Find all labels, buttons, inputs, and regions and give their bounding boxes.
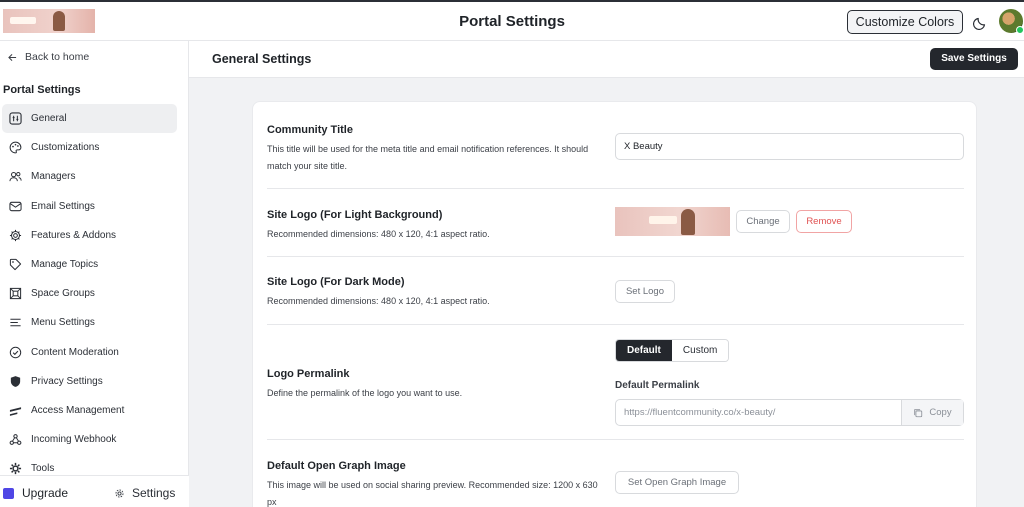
sidebar-section-title: Portal Settings: [3, 84, 81, 96]
tools-icon: [9, 463, 22, 475]
logo-light-label: Site Logo (For Light Background): [267, 209, 443, 221]
sidebar: Back to home Portal Settings General Cus…: [0, 41, 189, 507]
avatar[interactable]: [999, 9, 1024, 34]
webhook-icon: [9, 434, 22, 446]
palette-icon: [9, 141, 22, 154]
sidebar-item-general[interactable]: General: [2, 104, 177, 134]
logo-dark-row: Site Logo (For Dark Mode) Recommended di…: [267, 257, 964, 325]
community-title-row: Community Title This title will be used …: [267, 102, 964, 189]
sidebar-item-label: Access Management: [31, 404, 125, 416]
sidebar-item-label: Privacy Settings: [31, 375, 103, 387]
shield-icon: [10, 375, 21, 387]
sidebar-footer: Upgrade Settings: [0, 475, 189, 507]
save-settings-button[interactable]: Save Settings: [930, 48, 1018, 70]
permalink-option-custom[interactable]: Custom: [671, 340, 729, 361]
gear-icon: [115, 488, 124, 498]
community-title-input[interactable]: X Beauty: [615, 133, 964, 160]
settings-card: Community Title This title will be used …: [252, 101, 977, 507]
sidebar-item-label: Managers: [31, 171, 76, 183]
sidebar-item-features-addons[interactable]: Features & Addons: [2, 221, 177, 250]
customize-colors-button[interactable]: Customize Colors: [847, 10, 963, 34]
sidebar-item-label: Tools: [31, 463, 55, 475]
sidebar-item-menu-settings[interactable]: Menu Settings: [2, 308, 177, 337]
menu-icon: [10, 319, 21, 327]
moon-icon[interactable]: [973, 14, 989, 30]
copy-label: Copy: [929, 407, 952, 418]
copy-button[interactable]: Copy: [901, 400, 963, 425]
permalink-url[interactable]: https://fluentcommunity.co/x-beauty/: [616, 400, 901, 425]
sidebar-item-customizations[interactable]: Customizations: [2, 133, 177, 162]
change-logo-button[interactable]: Change: [736, 210, 790, 233]
sidebar-item-content-moderation[interactable]: Content Moderation: [2, 338, 177, 367]
logo-dark-label: Site Logo (For Dark Mode): [267, 276, 405, 288]
sidebar-item-label: Space Groups: [31, 288, 95, 300]
content-header: General Settings Save Settings: [189, 41, 1024, 78]
permalink-field: https://fluentcommunity.co/x-beauty/ Cop…: [615, 399, 964, 426]
copy-icon: [914, 408, 923, 417]
sidebar-item-label: Email Settings: [31, 200, 95, 212]
permalink-option-default[interactable]: Default: [616, 340, 672, 361]
gear-icon: [9, 229, 22, 241]
og-image-label: Default Open Graph Image: [267, 460, 406, 472]
sidebar-item-incoming-webhook[interactable]: Incoming Webhook: [2, 425, 177, 454]
sidebar-item-label: Content Moderation: [31, 346, 119, 358]
upgrade-label: Upgrade: [22, 486, 69, 500]
sidebar-item-managers[interactable]: Managers: [2, 162, 177, 191]
logo-light-description: Recommended dimensions: 480 x 120, 4:1 a…: [267, 229, 490, 239]
grid-icon: [9, 288, 22, 300]
sidebar-item-privacy-settings[interactable]: Privacy Settings: [2, 367, 177, 396]
sidebar-item-email-settings[interactable]: Email Settings: [2, 192, 177, 221]
users-icon: [9, 172, 22, 182]
logo-permalink-description: Define the permalink of the logo you wan…: [267, 388, 463, 398]
check-circle-icon: [9, 346, 22, 358]
og-image-row: Default Open Graph Image This image will…: [267, 440, 964, 507]
default-permalink-label: Default Permalink: [615, 380, 700, 391]
logo-figure: [681, 209, 695, 235]
sidebar-item-label: Features & Addons: [31, 229, 117, 241]
back-label: Back to home: [25, 51, 90, 63]
sidebar-item-label: General: [31, 113, 67, 125]
set-og-image-button[interactable]: Set Open Graph Image: [615, 471, 739, 494]
logo-light-preview: [615, 207, 730, 236]
sliders-icon: [9, 112, 22, 125]
sidebar-item-label: Incoming Webhook: [31, 434, 117, 446]
og-image-description: This image will be used on social sharin…: [267, 480, 598, 507]
sidebar-item-manage-topics[interactable]: Manage Topics: [2, 250, 177, 279]
sidebar-item-label: Menu Settings: [31, 317, 95, 329]
settings-link[interactable]: Settings: [114, 486, 175, 500]
logo-permalink-row: Logo Permalink Define the permalink of t…: [267, 325, 964, 440]
logo-badge: [649, 216, 677, 224]
upgrade-icon: [3, 487, 14, 499]
upgrade-link[interactable]: Upgrade: [3, 486, 68, 500]
online-status-dot: [1016, 26, 1024, 34]
permalink-toggle: Default Custom: [615, 339, 730, 362]
logo-permalink-label: Logo Permalink: [267, 368, 350, 380]
community-title-label: Community Title: [267, 124, 353, 136]
logo-light-row: Site Logo (For Light Background) Recomme…: [267, 189, 964, 257]
sidebar-item-label: Manage Topics: [31, 259, 99, 271]
set-logo-button[interactable]: Set Logo: [615, 280, 675, 303]
sidebar-item-access-management[interactable]: Access Management: [2, 396, 177, 425]
tag-icon: [9, 258, 22, 271]
arrow-left-icon: [8, 53, 17, 61]
remove-logo-button[interactable]: Remove: [796, 210, 852, 233]
access-icon: [9, 407, 22, 416]
sidebar-item-space-groups[interactable]: Space Groups: [2, 279, 177, 308]
section-title: General Settings: [212, 52, 312, 66]
settings-label: Settings: [132, 486, 176, 500]
sidebar-item-label: Customizations: [31, 142, 100, 154]
mail-icon: [9, 201, 22, 211]
top-bar: Portal Settings Customize Colors: [0, 0, 1024, 41]
sidebar-nav: General Customizations Managers Email Se…: [0, 104, 189, 483]
back-to-home-link[interactable]: Back to home: [8, 51, 89, 63]
logo-dark-description: Recommended dimensions: 480 x 120, 4:1 a…: [267, 296, 490, 306]
community-title-description: This title will be used for the meta tit…: [267, 144, 589, 171]
